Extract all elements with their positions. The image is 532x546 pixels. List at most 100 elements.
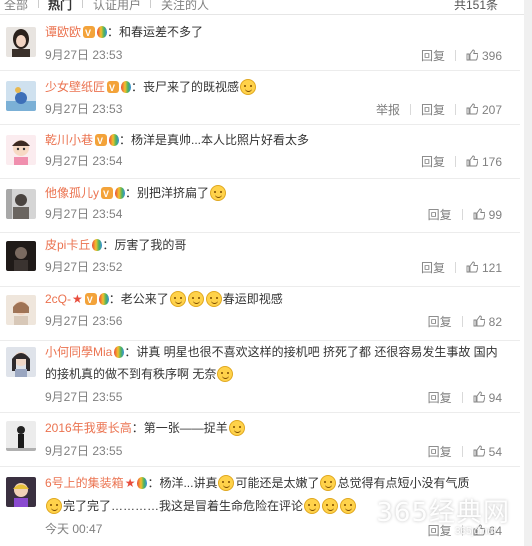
balloon-badge-icon[interactable] xyxy=(115,187,126,199)
vip-badge-icon[interactable] xyxy=(101,186,114,202)
balloon-badge-icon[interactable] xyxy=(114,346,125,358)
comment-time: 今天 00:47 xyxy=(45,522,103,536)
username[interactable]: 少女壁纸匠 xyxy=(45,80,105,94)
divider xyxy=(454,262,456,273)
username[interactable]: 乾川小巷 xyxy=(45,133,93,147)
vip-badge-icon[interactable] xyxy=(84,292,97,308)
laughing-emoji-icon xyxy=(205,291,222,307)
like-button[interactable]: 94 xyxy=(473,391,502,405)
divider xyxy=(454,104,456,115)
username[interactable]: 2016年我要长高 xyxy=(45,421,132,435)
report-button[interactable]: 举报 xyxy=(376,101,400,118)
comment-text: 总觉得有点短小没有气质 xyxy=(337,476,470,490)
avatar[interactable] xyxy=(6,135,36,165)
reply-button[interactable]: 回复 xyxy=(428,206,452,223)
username[interactable]: 谭欧欧 xyxy=(45,25,81,39)
vip-badge-icon[interactable] xyxy=(83,25,96,41)
reply-button[interactable]: 回复 xyxy=(428,443,452,460)
comment-item: 2cQ-★ ：老公来了 春运即视感 9月27日 23:56 回复 82 xyxy=(0,287,520,341)
scrollbar[interactable] xyxy=(524,0,532,546)
reply-button[interactable]: 回复 xyxy=(421,47,445,64)
comment-text: ：讲真 明星也很不喜欢这样的接机吧 挤死了都 还很容易发生事故 国内 xyxy=(124,345,498,359)
tab-following[interactable]: 关注的人 xyxy=(161,0,209,13)
like-button[interactable]: 99 xyxy=(473,208,502,222)
thumbs-up-icon xyxy=(473,391,485,403)
tab-divider xyxy=(38,0,39,8)
laughing-emoji-icon xyxy=(169,291,186,307)
balloon-badge-icon[interactable] xyxy=(97,26,108,38)
comment-text-continued: 完了完了…………我这是冒着生命危险在评论 xyxy=(63,499,304,513)
comment-item: 2016年我要长高：第一张——捉羊 9月27日 23:55 回复 54 xyxy=(0,413,520,467)
like-button[interactable]: 121 xyxy=(466,261,502,275)
comment-text: ：厉害了我的哥 xyxy=(102,238,187,252)
comment-filter-tabs: 全部 热门 认证用户 关注的人 共151条 xyxy=(0,0,532,15)
divider xyxy=(409,104,411,115)
comment-text: ：杨洋...讲真 xyxy=(147,476,218,490)
comment-item: 皮pi卡丘 ：厉害了我的哥 9月27日 23:52 回复 121 xyxy=(0,233,520,287)
like-count: 121 xyxy=(481,261,502,275)
tab-hot[interactable]: 热门 xyxy=(48,0,72,13)
like-button[interactable]: 396 xyxy=(466,49,502,63)
comment-time: 9月27日 23:56 xyxy=(45,314,123,328)
bow-emoji-icon xyxy=(240,79,257,95)
comment-time: 9月27日 23:53 xyxy=(45,102,123,116)
comment-item: 少女壁纸匠 ：丧尸来了的既视感 9月27日 23:53 举报 回复 207 xyxy=(0,71,520,125)
thumbs-up-icon xyxy=(466,49,478,61)
username[interactable]: 小何同學Mia xyxy=(45,345,112,359)
reply-button[interactable]: 回复 xyxy=(421,153,445,170)
like-button[interactable]: 176 xyxy=(466,155,502,169)
comment-actions: 回复 176 xyxy=(421,153,502,170)
like-count: 396 xyxy=(481,49,502,63)
divider xyxy=(454,50,456,61)
comment-time: 9月27日 23:55 xyxy=(45,390,123,404)
reply-button[interactable]: 回复 xyxy=(428,389,452,406)
star-badge-icon[interactable]: ★ xyxy=(125,476,136,490)
like-button[interactable]: 82 xyxy=(473,315,502,329)
comment-actions: 回复 54 xyxy=(428,443,502,460)
avatar[interactable] xyxy=(6,27,36,57)
balloon-badge-icon[interactable] xyxy=(109,134,120,146)
username[interactable]: 他像孤儿y xyxy=(45,186,99,200)
reply-button[interactable]: 回复 xyxy=(421,259,445,276)
tab-all[interactable]: 全部 xyxy=(4,0,28,13)
like-count: 99 xyxy=(488,208,502,222)
comment-item: 乾川小巷 ：杨洋是真帅...本人比照片好看太多 9月27日 23:54 回复 176 xyxy=(0,125,520,179)
reply-button[interactable]: 回复 xyxy=(421,101,445,118)
divider xyxy=(454,156,456,167)
avatar[interactable] xyxy=(6,421,36,451)
avatar[interactable] xyxy=(6,189,36,219)
comment-time: 9月27日 23:53 xyxy=(45,48,123,62)
tab-verified[interactable]: 认证用户 xyxy=(93,0,141,13)
helpless-emoji-icon xyxy=(217,366,234,382)
comment-text-continued: 的接机真的做不到有秩序啊 无奈 xyxy=(45,367,217,381)
username[interactable]: 6号上的集装箱 xyxy=(45,476,124,490)
comment-text: ：杨洋是真帅...本人比照片好看太多 xyxy=(119,133,310,147)
comment-actions: 举报 回复 207 xyxy=(376,101,502,118)
balloon-badge-icon[interactable] xyxy=(98,293,109,305)
avatar[interactable] xyxy=(6,295,36,325)
cat-emoji-icon xyxy=(228,420,245,436)
balloon-badge-icon[interactable] xyxy=(92,239,103,251)
comment-time: 9月27日 23:54 xyxy=(45,154,123,168)
avatar[interactable] xyxy=(6,241,36,271)
username[interactable]: 皮pi卡丘 xyxy=(45,238,90,252)
vip-badge-icon[interactable] xyxy=(107,80,120,96)
comment-item: 谭欧欧 ：和春运差不多了 9月27日 23:53 回复 396 xyxy=(0,15,520,71)
vip-badge-icon[interactable] xyxy=(95,133,108,149)
avatar[interactable] xyxy=(6,477,36,507)
avatar[interactable] xyxy=(6,81,36,111)
like-count: 207 xyxy=(481,103,502,117)
balloon-badge-icon[interactable] xyxy=(137,477,148,489)
thinking-emoji-icon xyxy=(218,475,235,491)
star-badge-icon[interactable]: ★ xyxy=(72,292,83,306)
balloon-badge-icon[interactable] xyxy=(121,81,132,93)
username[interactable]: 2cQ- xyxy=(45,292,71,306)
comment-time: 9月27日 23:52 xyxy=(45,260,123,274)
thumbs-up-icon xyxy=(466,155,478,167)
avatar[interactable] xyxy=(6,347,36,377)
like-button[interactable]: 207 xyxy=(466,103,502,117)
reply-button[interactable]: 回复 xyxy=(428,313,452,330)
comment-count: 共151条 xyxy=(453,0,498,12)
smile-emoji-icon xyxy=(322,498,339,514)
like-button[interactable]: 54 xyxy=(473,445,502,459)
